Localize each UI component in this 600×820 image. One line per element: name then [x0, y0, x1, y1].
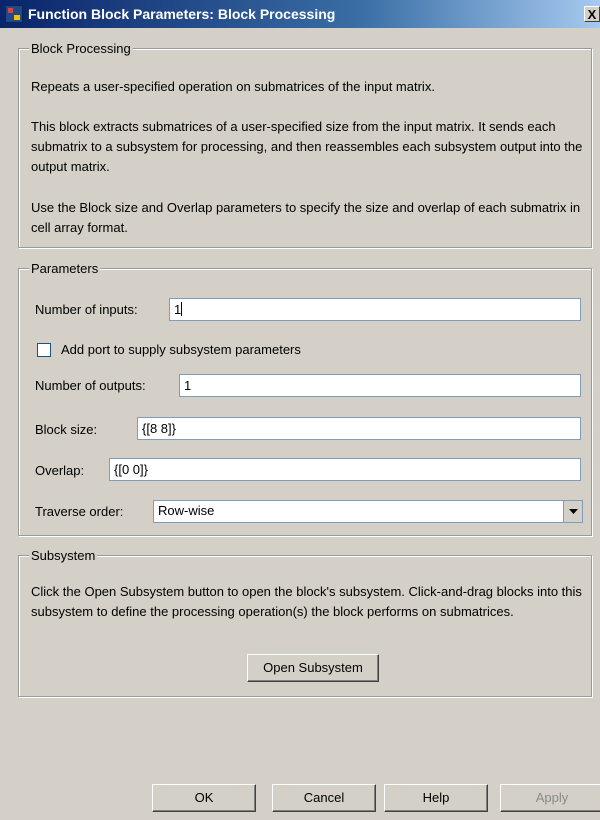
- window-title: Function Block Parameters: Block Process…: [28, 6, 336, 22]
- add-port-label[interactable]: Add port to supply subsystem parameters: [61, 340, 301, 360]
- help-button[interactable]: Help: [384, 784, 488, 812]
- cancel-button[interactable]: Cancel: [272, 784, 376, 812]
- traverse-order-value: Row-wise: [158, 503, 215, 518]
- num-outputs-label: Number of outputs:: [35, 378, 146, 393]
- block-description-paragraph-3: Use the Block size and Overlap parameter…: [31, 200, 581, 235]
- close-button[interactable]: X: [584, 6, 600, 22]
- num-inputs-value: 1: [174, 302, 182, 317]
- block-description-group: Block Processing Repeats a user-specifie…: [18, 41, 592, 248]
- num-inputs-label: Number of inputs:: [35, 302, 138, 317]
- apply-button[interactable]: Apply: [500, 784, 600, 812]
- subsystem-description: Click the Open Subsystem button to open …: [31, 584, 582, 619]
- add-port-checkbox[interactable]: [37, 343, 51, 357]
- block-description-paragraph-1: Repeats a user-specified operation on su…: [31, 79, 435, 94]
- block-size-field[interactable]: {[8 8]}: [137, 417, 581, 440]
- parameters-legend: Parameters: [29, 261, 101, 277]
- open-subsystem-button[interactable]: Open Subsystem: [247, 654, 379, 682]
- block-description-legend: Block Processing: [29, 41, 133, 57]
- num-outputs-field[interactable]: 1: [179, 374, 581, 397]
- subsystem-legend: Subsystem: [29, 548, 98, 564]
- num-inputs-field[interactable]: 1: [169, 298, 581, 321]
- traverse-order-label: Traverse order:: [35, 504, 124, 519]
- ok-button[interactable]: OK: [152, 784, 256, 812]
- subsystem-group: Subsystem Click the Open Subsystem butto…: [18, 548, 592, 697]
- block-size-label: Block size:: [35, 422, 98, 437]
- block-description-paragraph-2: This block extracts submatrices of a use…: [31, 119, 583, 174]
- simulink-block-icon: [5, 5, 23, 23]
- text-cursor: [181, 302, 183, 316]
- dropdown-arrow-button[interactable]: [563, 501, 582, 522]
- parameters-group: Parameters Number of inputs: 1 Add port …: [18, 261, 592, 536]
- chevron-down-icon: [568, 508, 578, 514]
- title-bar: Function Block Parameters: Block Process…: [0, 0, 600, 28]
- overlap-label: Overlap:: [35, 463, 85, 478]
- overlap-field[interactable]: {[0 0]}: [109, 458, 581, 481]
- traverse-order-select[interactable]: Row-wise: [153, 500, 583, 523]
